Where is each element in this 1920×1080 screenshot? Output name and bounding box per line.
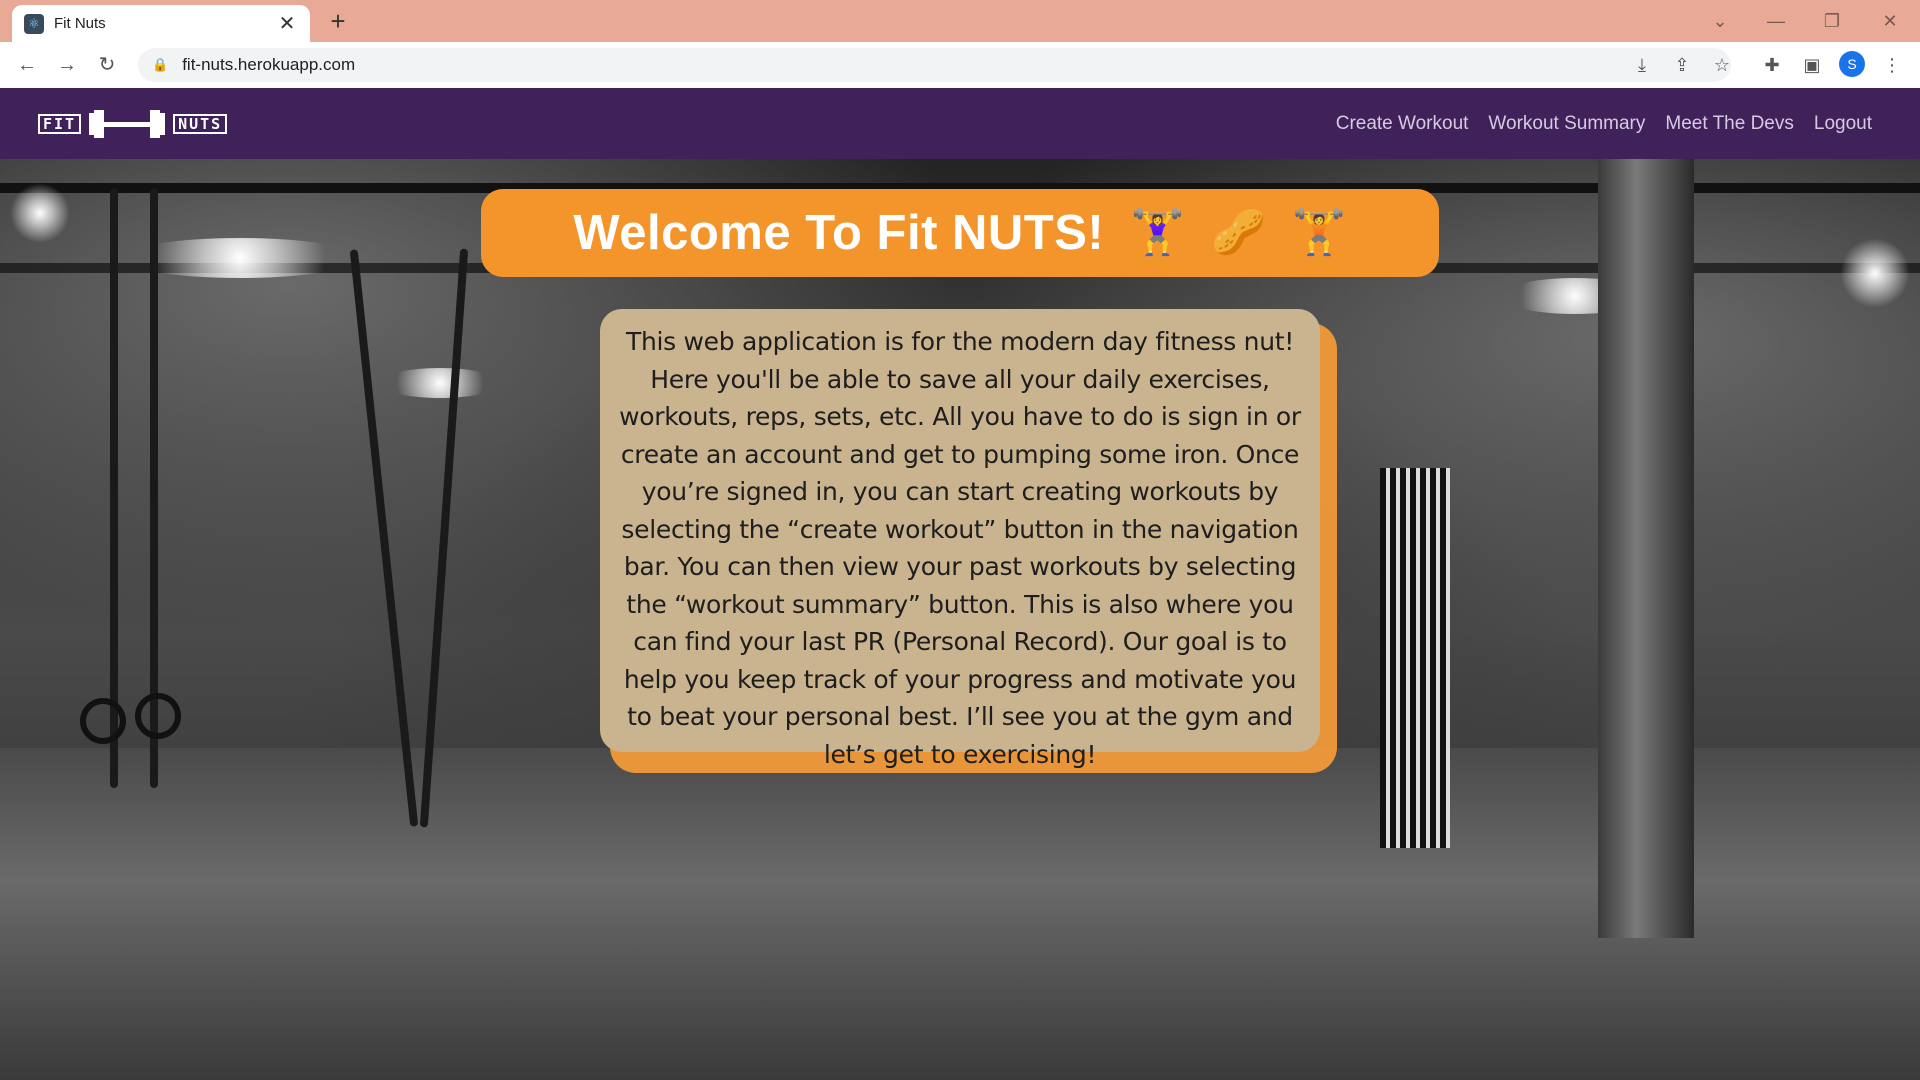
climbing-rope: [349, 249, 419, 827]
profile-avatar[interactable]: S: [1839, 51, 1865, 77]
nav-meet-the-devs[interactable]: Meet The Devs: [1665, 113, 1793, 135]
site-navbar: FIT NUTS Create Workout Workout Summary …: [0, 88, 1920, 159]
side-panel-icon[interactable]: ▣: [1797, 50, 1827, 80]
menu-icon[interactable]: ⋮: [1877, 50, 1907, 80]
browser-tabstrip: ⚛ Fit Nuts ✕ + ⌄ — ❐ ✕: [0, 0, 1920, 42]
nav-create-workout[interactable]: Create Workout: [1336, 113, 1469, 135]
close-window-icon[interactable]: ✕: [1870, 6, 1910, 36]
forward-icon[interactable]: →: [52, 50, 82, 80]
address-bar[interactable]: 🔒 fit-nuts.herokuapp.com: [138, 48, 1731, 82]
star-icon[interactable]: ☆: [1707, 50, 1737, 80]
share-icon[interactable]: ⇪: [1667, 50, 1697, 80]
barbell-icon: [89, 110, 166, 138]
gymnastic-ring: [135, 693, 181, 739]
restore-icon[interactable]: ❐: [1812, 6, 1852, 36]
browser-toolbar: ← → ↻ 🔒 fit-nuts.herokuapp.com ⤓ ⇪ ☆ ✚ ▣…: [0, 42, 1920, 88]
logo-text-nuts: NUTS: [173, 114, 228, 134]
new-tab-button[interactable]: +: [324, 7, 352, 35]
react-favicon-icon: ⚛: [24, 13, 44, 34]
install-icon[interactable]: ⤓: [1627, 50, 1657, 80]
gymnastics-strap: [110, 188, 118, 788]
ceiling-light: [10, 183, 70, 243]
ceiling-light: [1840, 238, 1910, 308]
site-logo[interactable]: FIT NUTS: [38, 110, 228, 138]
tab-search-icon[interactable]: ⌄: [1700, 6, 1740, 36]
welcome-title: Welcome To Fit NUTS!: [573, 206, 1105, 260]
nav-workout-summary[interactable]: Workout Summary: [1488, 113, 1645, 135]
page-viewport: FIT NUTS Create Workout Workout Summary …: [0, 88, 1920, 1080]
browser-tab[interactable]: ⚛ Fit Nuts ✕: [12, 5, 310, 42]
weightlifter-woman-icon: 🏋️‍♀️: [1130, 208, 1186, 257]
lock-icon[interactable]: 🔒: [152, 57, 168, 73]
tab-title: Fit Nuts: [54, 15, 106, 32]
close-tab-icon[interactable]: ✕: [276, 11, 298, 36]
nav-logout[interactable]: Logout: [1814, 113, 1872, 135]
welcome-banner: Welcome To Fit NUTS! 🏋️‍♀️ 🥜 🏋️: [481, 189, 1439, 277]
url-text[interactable]: fit-nuts.herokuapp.com: [182, 55, 355, 75]
gymnastic-ring: [80, 698, 126, 744]
minimize-icon[interactable]: —: [1756, 6, 1796, 36]
logo-text-fit: FIT: [38, 114, 82, 134]
weightlifter-icon: 🏋️: [1291, 208, 1347, 257]
extensions-icon[interactable]: ✚: [1757, 50, 1787, 80]
description-text: This web application is for the modern d…: [619, 327, 1301, 769]
peanuts-icon: 🥜: [1211, 208, 1266, 257]
support-pillar: [1598, 128, 1694, 938]
climbing-rope: [419, 248, 469, 828]
nav-links: Create Workout Workout Summary Meet The …: [1316, 88, 1872, 159]
ceiling-light: [380, 368, 500, 398]
back-icon[interactable]: ←: [12, 50, 42, 80]
battle-ropes-rack: [1380, 468, 1450, 848]
description-card: This web application is for the modern d…: [600, 309, 1320, 769]
reload-icon[interactable]: ↻: [92, 50, 122, 80]
